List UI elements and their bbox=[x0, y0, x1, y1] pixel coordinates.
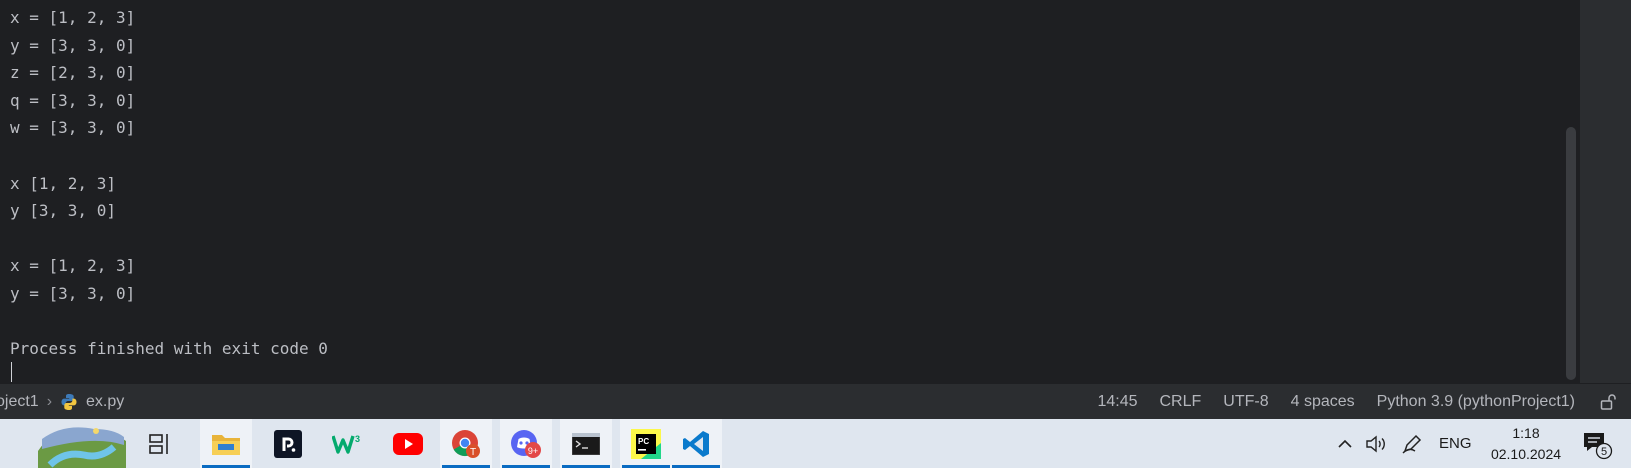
replit-icon bbox=[274, 429, 302, 458]
breadcrumb-file[interactable]: ex.py bbox=[86, 393, 124, 411]
breadcrumb-project[interactable]: oject1 bbox=[0, 393, 39, 411]
console-line: q = [3, 3, 0] bbox=[10, 90, 136, 110]
chrome-profile-badge: T bbox=[470, 447, 476, 458]
console-line: y = [3, 3, 0] bbox=[10, 283, 136, 303]
svg-text:PC: PC bbox=[638, 437, 649, 446]
discord-icon: 9+ bbox=[511, 429, 541, 458]
status-bar: oject1 › ex.py 14:45 CRLF UTF-8 4 spaces… bbox=[0, 383, 1631, 420]
taskbar-clock[interactable]: 1:18 02.10.2024 bbox=[1484, 423, 1568, 465]
clock-date: 02.10.2024 bbox=[1490, 446, 1562, 462]
taskbar-replit[interactable] bbox=[262, 419, 314, 468]
tool-window-strip bbox=[1580, 0, 1631, 383]
chevron-up-icon[interactable] bbox=[1336, 435, 1354, 453]
file-encoding[interactable]: UTF-8 bbox=[1223, 393, 1268, 411]
breadcrumb: oject1 › ex.py bbox=[0, 384, 124, 420]
pen-icon[interactable] bbox=[1401, 433, 1423, 455]
taskbar-youtube[interactable] bbox=[382, 419, 434, 468]
console-line: x [1, 2, 3] bbox=[10, 173, 116, 193]
input-language[interactable]: ENG bbox=[1439, 435, 1472, 452]
text-caret bbox=[11, 362, 12, 382]
taskbar-terminal[interactable] bbox=[560, 419, 612, 468]
svg-text:3: 3 bbox=[355, 434, 360, 444]
line-separator[interactable]: CRLF bbox=[1160, 393, 1202, 411]
discord-unread-badge: 9+ bbox=[528, 446, 538, 456]
indent-setting[interactable]: 4 spaces bbox=[1291, 393, 1355, 411]
taskbar-w3schools[interactable]: 3 bbox=[322, 419, 374, 468]
windows-taskbar: 3 T 9+ PC ENG 1:18 02.10.2024 5 bbox=[0, 419, 1631, 468]
speaker-icon[interactable] bbox=[1365, 434, 1389, 454]
console-line: Process finished with exit code 0 bbox=[10, 339, 328, 359]
python-file-icon bbox=[61, 394, 77, 410]
console-line: w = [3, 3, 0] bbox=[10, 118, 136, 138]
system-tray: ENG bbox=[1336, 419, 1472, 468]
youtube-icon bbox=[393, 432, 423, 455]
console-line: y [3, 3, 0] bbox=[10, 201, 116, 221]
pycharm-icon: PC bbox=[631, 428, 661, 459]
taskbar-file-explorer[interactable] bbox=[200, 419, 252, 468]
lock-icon[interactable] bbox=[1599, 393, 1617, 411]
notification-center-button[interactable]: 5 bbox=[1580, 419, 1614, 468]
landscape-start-icon[interactable] bbox=[34, 421, 130, 468]
console-output: x = [1, 2, 3] y = [3, 3, 0] z = [2, 3, 0… bbox=[10, 4, 328, 363]
task-view-icon bbox=[149, 433, 168, 454]
taskbar-chrome[interactable]: T bbox=[440, 419, 492, 468]
notification-icon: 5 bbox=[1584, 432, 1613, 459]
task-view-button[interactable] bbox=[134, 419, 186, 468]
w3schools-icon: 3 bbox=[332, 434, 360, 454]
chevron-right-icon: › bbox=[46, 393, 53, 410]
console-line: x = [1, 2, 3] bbox=[10, 256, 136, 276]
taskbar-pycharm[interactable]: PC bbox=[620, 419, 672, 468]
terminal-icon bbox=[572, 432, 600, 455]
notification-count: 5 bbox=[1601, 446, 1607, 458]
clock-time: 1:18 bbox=[1512, 425, 1540, 441]
console-line: x = [1, 2, 3] bbox=[10, 8, 136, 27]
python-interpreter[interactable]: Python 3.9 (pythonProject1) bbox=[1377, 393, 1575, 411]
run-console[interactable]: x = [1, 2, 3] y = [3, 3, 0] z = [2, 3, 0… bbox=[0, 0, 1580, 383]
taskbar-discord[interactable]: 9+ bbox=[500, 419, 552, 468]
console-line: y = [3, 3, 0] bbox=[10, 35, 136, 55]
caret-position[interactable]: 14:45 bbox=[1097, 393, 1137, 411]
folder-icon bbox=[212, 434, 240, 455]
vscode-icon bbox=[683, 430, 709, 457]
console-line: z = [2, 3, 0] bbox=[10, 63, 136, 83]
taskbar-vscode[interactable] bbox=[670, 419, 722, 468]
chrome-icon: T bbox=[452, 429, 480, 458]
vertical-scrollbar[interactable] bbox=[1566, 127, 1576, 380]
